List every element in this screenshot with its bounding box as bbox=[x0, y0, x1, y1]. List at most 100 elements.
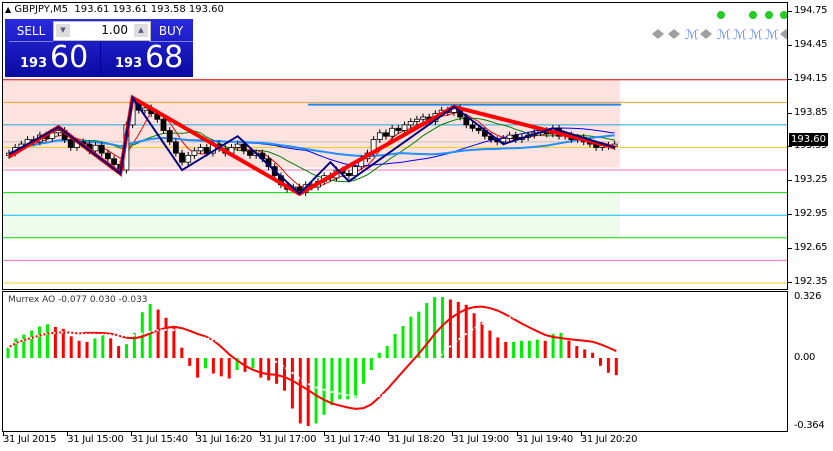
murrey-icon: ℳ bbox=[765, 28, 779, 43]
candle bbox=[160, 118, 167, 131]
candle bbox=[345, 173, 352, 177]
axis-tick bbox=[788, 11, 792, 12]
murrey-icon: ℳ bbox=[717, 28, 731, 43]
price-axis-label: 192.35 bbox=[794, 275, 828, 287]
price-axis-label: 192.95 bbox=[794, 208, 828, 220]
volume-field[interactable]: ▼ 1.00 ▲ bbox=[53, 21, 151, 41]
ao-bar bbox=[512, 341, 516, 358]
price-axis-label: 194.75 bbox=[794, 5, 828, 16]
candle bbox=[401, 124, 408, 131]
ao-bar bbox=[164, 317, 168, 358]
indicator-axis-label: 0.326 bbox=[794, 291, 822, 302]
diamond-icon bbox=[652, 29, 664, 39]
ao-bar bbox=[283, 358, 286, 391]
indicator-axis-label: 0.00 bbox=[794, 352, 816, 363]
candle bbox=[172, 141, 179, 154]
ao-bar bbox=[385, 346, 389, 358]
axis-tick bbox=[788, 248, 792, 250]
ao-bar bbox=[599, 358, 602, 366]
sell-button[interactable]: SELL bbox=[9, 21, 53, 42]
signal-dot-icon bbox=[717, 11, 725, 19]
indicator-window[interactable]: Murrex AO -0.077 0.030 -0.033 bbox=[2, 291, 788, 432]
candle bbox=[395, 127, 402, 131]
ao-bar bbox=[520, 340, 523, 358]
ao-bar bbox=[401, 326, 405, 358]
ao-bar bbox=[219, 358, 223, 377]
axis-tick bbox=[131, 432, 133, 436]
murrey-icon: ℳ bbox=[749, 28, 763, 43]
ao-bar bbox=[211, 358, 215, 374]
ao-bar bbox=[448, 299, 452, 358]
candle bbox=[234, 143, 241, 148]
candle bbox=[413, 118, 420, 122]
ao-bar bbox=[227, 358, 231, 379]
ao-bar bbox=[140, 312, 144, 358]
volume-value[interactable]: 1.00 bbox=[101, 23, 128, 37]
ao-bar bbox=[409, 316, 413, 358]
ao-bar bbox=[583, 349, 587, 358]
ao-bar bbox=[614, 358, 618, 376]
ao-bar bbox=[53, 326, 57, 358]
candle bbox=[179, 152, 185, 163]
time-axis-label: 31 Jul 19:00 bbox=[452, 434, 509, 445]
sell-price[interactable]: 193 60 bbox=[6, 40, 100, 75]
ao-bar bbox=[85, 341, 89, 358]
ao-bar bbox=[14, 338, 18, 358]
ao-bar bbox=[204, 358, 207, 369]
time-axis-label: 31 Jul 19:40 bbox=[516, 434, 574, 445]
volume-down-icon[interactable]: ▼ bbox=[56, 24, 70, 37]
axis-tick bbox=[259, 432, 261, 436]
ao-bar bbox=[267, 358, 271, 381]
time-axis-label: 31 Jul 20:20 bbox=[580, 434, 638, 445]
collapse-icon[interactable]: ▲ bbox=[5, 5, 11, 14]
axis-tick bbox=[788, 44, 792, 46]
candle bbox=[185, 154, 192, 163]
symbol-title: ▲ GBPJPY,M5 193.61 193.61 193.58 193.60 bbox=[5, 4, 224, 15]
indicator-axis-label: -0.364 bbox=[794, 420, 825, 431]
sell-price-big: 193 bbox=[20, 56, 48, 71]
candle bbox=[475, 127, 482, 131]
buy-price-pips: 68 bbox=[145, 40, 184, 75]
sell-price-pips: 60 bbox=[50, 40, 89, 75]
current-price-label: 193.60 bbox=[789, 133, 828, 146]
axis-tick bbox=[788, 281, 792, 283]
time-axis-label: 31 Jul 15:00 bbox=[67, 434, 124, 445]
price-axis-label: 194.45 bbox=[794, 38, 828, 50]
symbol: GBPJPY,M5 bbox=[14, 4, 69, 15]
candle bbox=[420, 116, 426, 120]
price-axis-label: 193.25 bbox=[794, 174, 828, 186]
ao-bar bbox=[591, 352, 595, 358]
axis-tick bbox=[67, 432, 69, 436]
ao-signal-line bbox=[7, 305, 617, 410]
time-axis-label: 31 Jul 2015 bbox=[3, 434, 57, 445]
ao-bar bbox=[22, 334, 26, 358]
indicator-label: Murrex AO -0.077 0.030 -0.033 bbox=[8, 295, 148, 305]
ao-bar bbox=[125, 344, 128, 358]
candle bbox=[191, 150, 198, 156]
ao-bar bbox=[6, 347, 10, 358]
candle bbox=[500, 138, 507, 143]
ao-bar bbox=[362, 358, 365, 384]
volume-up-icon[interactable]: ▲ bbox=[134, 24, 148, 37]
ao-bar bbox=[393, 333, 397, 358]
ao-bar bbox=[38, 326, 42, 358]
ao-bar bbox=[456, 301, 460, 358]
price-axis-label: 194.15 bbox=[794, 72, 828, 84]
ao-bar bbox=[46, 324, 49, 358]
ao-bar bbox=[472, 313, 476, 358]
ao-bar bbox=[575, 346, 579, 358]
candle bbox=[506, 134, 513, 139]
axis-tick bbox=[788, 146, 792, 148]
chart-window: ℳℳℳℳℳ Murrex AO -0.077 0.030 -0.033 ▲ GB… bbox=[0, 0, 833, 451]
axis-tick bbox=[3, 432, 4, 436]
candle bbox=[389, 127, 396, 137]
time-axis-label: 31 Jul 15:40 bbox=[131, 434, 188, 445]
price-axis-label: 192.65 bbox=[794, 242, 828, 254]
candle bbox=[98, 144, 105, 154]
price-axis-label: 193.85 bbox=[794, 106, 828, 118]
ao-bar bbox=[606, 358, 610, 373]
time-axis-label: 31 Jul 18:20 bbox=[388, 434, 445, 445]
ao-bar bbox=[425, 303, 429, 358]
buy-price[interactable]: 193 68 bbox=[100, 40, 195, 75]
buy-button[interactable]: BUY bbox=[149, 21, 193, 42]
